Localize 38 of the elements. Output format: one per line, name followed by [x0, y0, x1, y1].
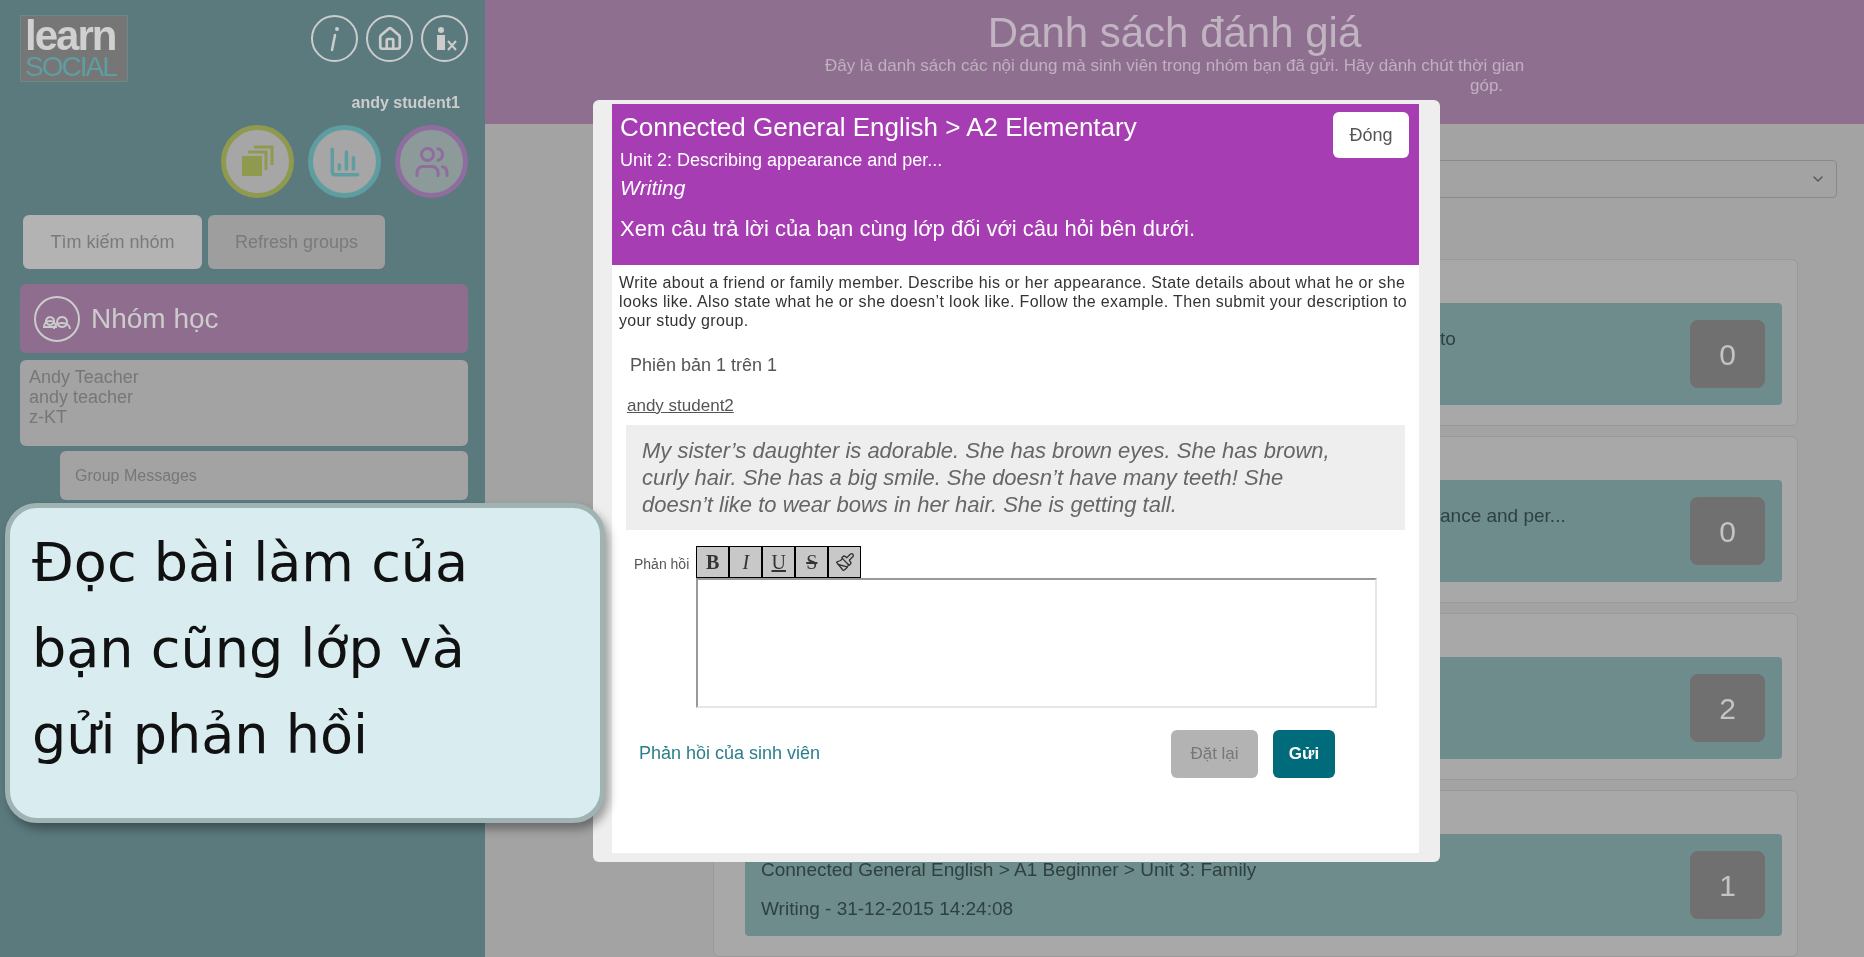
info-button[interactable]: [311, 15, 358, 62]
feedback-field[interactable]: [696, 577, 1378, 708]
activity-type: Writing: [620, 175, 687, 201]
brush-icon: [834, 551, 855, 572]
submission-title: ance and per...: [1440, 504, 1566, 528]
unit-title: Unit 2: Describing appearance and per...: [620, 149, 944, 172]
submission-date: Writing - 31-12-2015 14:24:08: [761, 897, 1015, 921]
student-feedback-link[interactable]: Phản hồi của sinh viên: [639, 740, 821, 767]
bold-button[interactable]: B: [696, 545, 730, 578]
count-badge: 0: [1690, 497, 1765, 565]
callout-text: Đọc bài làm của bạn cũng lớp và gửi phản hồi: [32, 530, 470, 768]
dialog-instruction: Xem câu trả lời của bạn cùng lớp đối với câu hỏi bên dưới.: [620, 215, 1197, 243]
logout-button[interactable]: [421, 15, 468, 62]
home-icon: [376, 25, 403, 52]
version-label: Phiên bản 1 trên 1: [630, 354, 779, 377]
count-badge: 1: [1690, 851, 1765, 919]
submission-title: to: [1440, 327, 1456, 351]
info-icon: [328, 25, 341, 52]
username: andy student1: [351, 93, 460, 113]
italic-button[interactable]: I: [729, 545, 763, 578]
section-title: Nhóm học: [91, 301, 219, 336]
submission-title: Connected General English > A1 Beginner > Unit 3: Family: [761, 858, 1257, 882]
strikethrough-button[interactable]: S: [795, 545, 829, 578]
close-button[interactable]: Đóng: [1333, 112, 1409, 158]
people-icon: [33, 294, 81, 343]
question-prompt: Write about a friend or family member. Describe his or her appearance. State details about what he or she looks like. Also state what he or she doesn’t look like. Follow the example. Then submit your description to your study group.: [619, 273, 1409, 330]
count-badge: 2: [1690, 674, 1765, 742]
underline-button[interactable]: U: [762, 545, 796, 578]
brush-tool-button[interactable]: [828, 545, 862, 578]
author-link[interactable]: andy student2: [627, 393, 734, 419]
home-button[interactable]: [366, 15, 413, 62]
course-title: Connected General English > A2 Elementary: [620, 111, 1137, 144]
feedback-label: Phản hồi: [634, 554, 690, 574]
page-subtitle: góp.: [1470, 76, 1504, 96]
submit-button[interactable]: Gửi: [1273, 729, 1335, 778]
count-badge: 0: [1690, 320, 1765, 388]
peer-answer: My sister’s daughter is adorable. She has brown eyes. She has brown, curly hair. She has a big smile. She doesn’t have many teeth! She doesn’t like to wear bows in her hair. She is getting tall.: [626, 424, 1405, 530]
page-subtitle: Đây là danh sách các nội dung mà sinh viên trong nhóm bạn đã gửi. Hãy dành chút thời gian: [824, 56, 1525, 76]
